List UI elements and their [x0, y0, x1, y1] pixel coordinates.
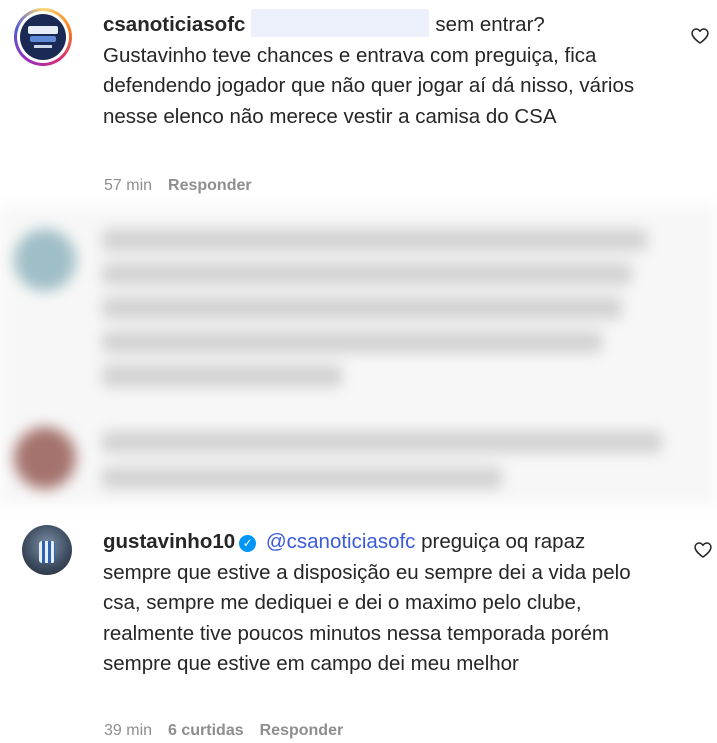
- club-logo-icon: [20, 14, 66, 60]
- avatar[interactable]: [22, 525, 72, 575]
- comment-text-start: sem entrar?: [435, 13, 545, 36]
- avatar[interactable]: [14, 8, 72, 66]
- likes-count[interactable]: 6 curtidas: [168, 722, 244, 739]
- comment-text: gustavinho10 ✓ @csanoticiasofc preguiça o…: [103, 527, 648, 680]
- comment-text: csanoticiasofc sem entrar? Gustavinho tev…: [103, 9, 648, 132]
- avatar: [14, 427, 76, 489]
- username-link[interactable]: csanoticiasofc: [103, 13, 245, 36]
- avatar: [14, 229, 76, 291]
- user-photo-icon: [39, 541, 55, 563]
- comment-meta: 57 min Responder: [104, 177, 268, 195]
- blurred-comments: [0, 205, 717, 505]
- mention-link[interactable]: @csanoticiasofc: [266, 530, 416, 553]
- reply-button[interactable]: Responder: [168, 177, 252, 194]
- timestamp: 39 min: [104, 722, 153, 739]
- comment-meta: 39 min 6 curtidas Responder: [104, 722, 359, 740]
- reply-button[interactable]: Responder: [260, 722, 344, 739]
- timestamp: 57 min: [104, 177, 153, 194]
- heart-outline-icon[interactable]: [690, 26, 710, 46]
- verified-badge-icon: ✓: [239, 535, 257, 552]
- comment-body: Gustavinho teve chances e entrava com pr…: [103, 43, 635, 128]
- username-link[interactable]: gustavinho10: [103, 530, 235, 553]
- heart-outline-icon[interactable]: [693, 540, 713, 560]
- redacted-mention: [251, 9, 430, 37]
